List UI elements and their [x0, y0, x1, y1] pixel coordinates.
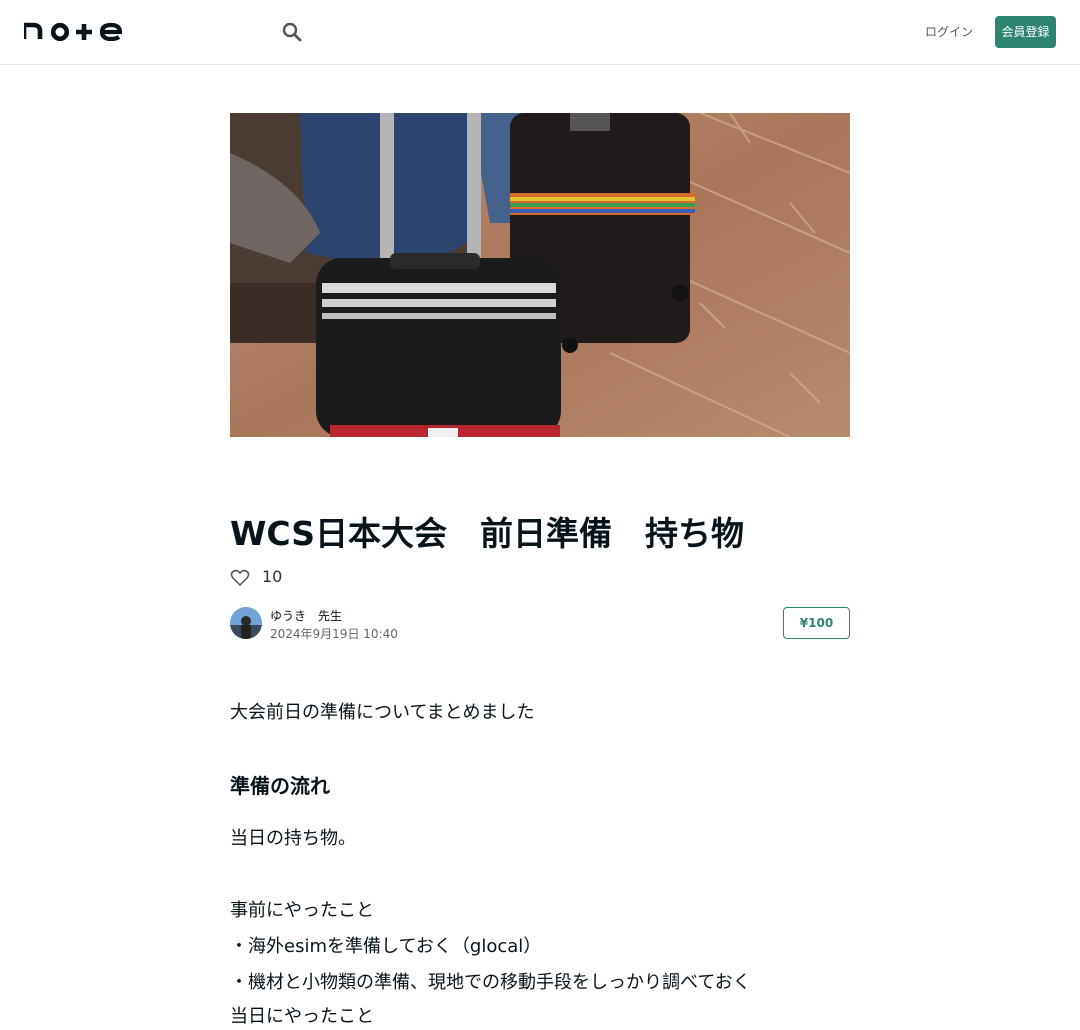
note-logo[interactable]	[21, 17, 123, 47]
login-link[interactable]: ログイン	[920, 22, 978, 42]
paragraph: 事前にやったこと	[230, 900, 374, 921]
paragraph: 当日にやったこと	[230, 1006, 374, 1027]
site-header: ログイン 会員登録	[0, 0, 1080, 65]
article-title: WCS日本大会 前日準備 持ち物	[230, 514, 744, 553]
like-count: 10	[262, 567, 283, 586]
hero-image	[230, 113, 850, 437]
heart-icon[interactable]	[230, 568, 250, 588]
list-item: ・機材と小物類の準備、現地での移動手段をしっかり調べておく	[230, 972, 751, 993]
signup-button[interactable]: 会員登録	[995, 16, 1056, 48]
author-row: ゆうき 先生 2024年9月19日 10:40 ¥100	[230, 607, 850, 641]
search-icon[interactable]	[280, 20, 304, 44]
post-date: 2024年9月19日 10:40	[270, 627, 398, 641]
note-logo-mark	[21, 22, 123, 42]
list-item: ・海外esimを準備しておく（glocal）	[230, 936, 542, 957]
intro-paragraph: 大会前日の準備についてまとめました	[230, 702, 535, 723]
section-heading: 準備の流れ	[230, 774, 330, 798]
author-name[interactable]: ゆうき 先生	[270, 608, 342, 624]
author-avatar[interactable]	[230, 607, 262, 639]
paragraph: 当日の持ち物。	[230, 828, 356, 849]
price-button[interactable]: ¥100	[783, 607, 850, 639]
